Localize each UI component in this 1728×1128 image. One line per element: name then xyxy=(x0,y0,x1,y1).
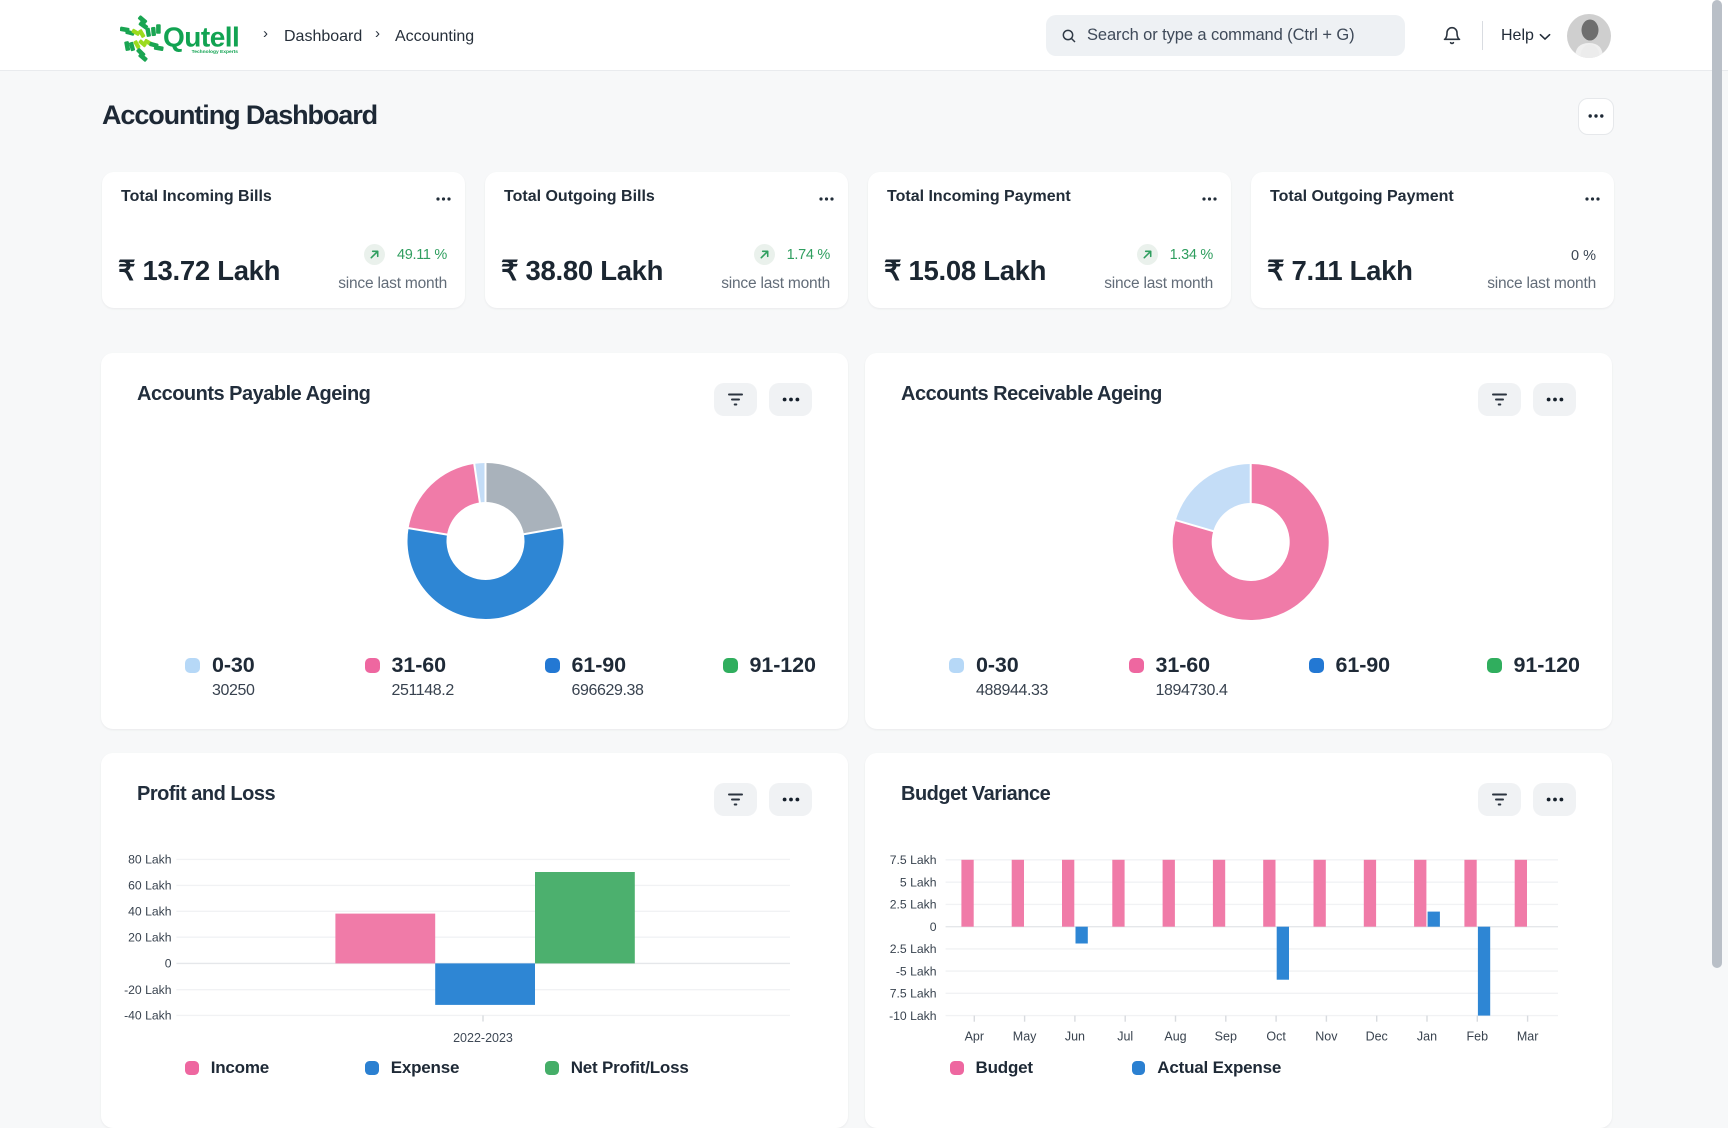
svg-text:Oct: Oct xyxy=(1266,1030,1286,1044)
svg-text:Jul: Jul xyxy=(1117,1030,1133,1044)
svg-text:0: 0 xyxy=(930,920,937,934)
svg-text:Jun: Jun xyxy=(1065,1030,1085,1044)
svg-text:Dec: Dec xyxy=(1366,1030,1388,1044)
svg-text:2.5 Lakh: 2.5 Lakh xyxy=(890,898,937,912)
svg-text:Qutell: Qutell xyxy=(163,22,239,53)
svg-text:Nov: Nov xyxy=(1315,1030,1338,1044)
svg-text:Apr: Apr xyxy=(965,1030,984,1044)
svg-text:Mar: Mar xyxy=(1517,1030,1539,1044)
svg-text:Feb: Feb xyxy=(1467,1030,1489,1044)
svg-text:-5 Lakh: -5 Lakh xyxy=(896,964,937,978)
svg-text:7.5 Lakh: 7.5 Lakh xyxy=(890,987,937,1001)
svg-text:80 Lakh: 80 Lakh xyxy=(128,853,171,867)
svg-text:Aug: Aug xyxy=(1164,1030,1186,1044)
svg-text:-10 Lakh: -10 Lakh xyxy=(889,1009,936,1023)
svg-text:-20 Lakh: -20 Lakh xyxy=(124,983,171,997)
svg-text:20 Lakh: 20 Lakh xyxy=(128,930,171,944)
svg-text:Technology Experts: Technology Experts xyxy=(192,49,239,55)
svg-text:Sep: Sep xyxy=(1215,1030,1237,1044)
svg-text:2022-2023: 2022-2023 xyxy=(453,1031,513,1045)
svg-text:May: May xyxy=(1013,1030,1037,1044)
svg-text:40 Lakh: 40 Lakh xyxy=(128,905,171,919)
svg-text:60 Lakh: 60 Lakh xyxy=(128,879,171,893)
svg-text:7.5 Lakh: 7.5 Lakh xyxy=(890,853,937,867)
svg-text:5 Lakh: 5 Lakh xyxy=(900,875,937,889)
svg-text:Jan: Jan xyxy=(1417,1030,1437,1044)
svg-text:0: 0 xyxy=(165,957,172,971)
svg-text:-40 Lakh: -40 Lakh xyxy=(124,1009,171,1023)
svg-text:2.5 Lakh: 2.5 Lakh xyxy=(890,942,937,956)
